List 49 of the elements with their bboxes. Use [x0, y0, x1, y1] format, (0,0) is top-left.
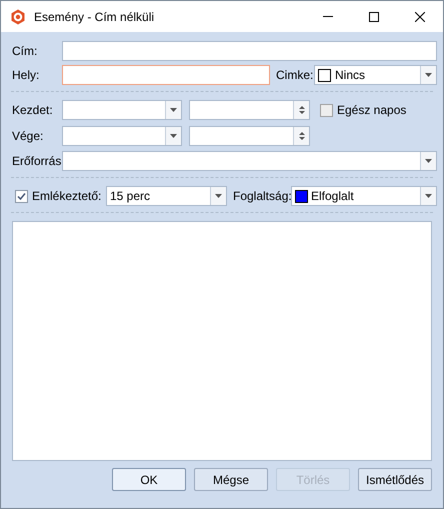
start-date-field[interactable]: [62, 100, 182, 120]
reminder-checkbox[interactable]: [15, 190, 28, 202]
field-label: Hely:: [12, 67, 40, 84]
busy-value: Elfoglalt: [311, 188, 355, 205]
spin-arrows-icon: [298, 131, 304, 141]
end-time-field[interactable]: [189, 126, 310, 146]
location-field[interactable]: [62, 65, 270, 85]
maximize-icon: [369, 12, 379, 22]
caret-icon: [170, 108, 177, 112]
checkmark-icon: [17, 192, 26, 200]
dropdown-button[interactable]: [210, 187, 226, 205]
field-label: Emlékeztető:: [32, 188, 102, 205]
caret-icon: [215, 194, 222, 198]
spin-arrows-icon: [298, 105, 304, 115]
dialog-button[interactable]: Mégse: [194, 468, 268, 491]
dropdown-button[interactable]: [420, 152, 436, 170]
close-icon: [415, 12, 425, 22]
field-label: Cím:: [12, 43, 38, 60]
field-label: Cimke:: [276, 67, 314, 84]
dropdown-button[interactable]: [165, 127, 181, 145]
description-field[interactable]: [12, 221, 432, 461]
dialog-button[interactable]: OK: [112, 468, 186, 491]
dropdown-button[interactable]: [420, 66, 436, 84]
caret-icon: [170, 134, 177, 138]
window-title: Esemény - Cím nélküli: [34, 8, 154, 26]
spin-button[interactable]: [293, 127, 309, 145]
field-label: Foglaltság:: [233, 188, 291, 205]
all-day-checkbox[interactable]: [320, 104, 333, 116]
busy-dropdown[interactable]: Elfoglalt: [291, 186, 437, 206]
caret-icon: [425, 194, 432, 198]
reminder-value: 15 perc: [110, 188, 152, 205]
field-label: Vége:: [12, 128, 44, 145]
field-label: Erőforrás: [12, 153, 62, 170]
caret-icon: [425, 73, 432, 77]
spin-button[interactable]: [293, 101, 309, 119]
end-date-field[interactable]: [62, 126, 182, 146]
app-logo-icon: [10, 8, 26, 24]
reminder-dropdown[interactable]: 15 perc: [106, 186, 227, 206]
label-dropdown[interactable]: Nincs: [314, 65, 437, 85]
dialog-button[interactable]: Ismétlődés: [358, 468, 432, 491]
caret-icon: [425, 159, 432, 163]
minimize-icon: [323, 16, 333, 17]
subject-field[interactable]: [62, 41, 437, 61]
start-time-field[interactable]: [189, 100, 310, 120]
label-value: Nincs: [335, 67, 366, 84]
dropdown-button[interactable]: [420, 187, 436, 205]
dropdown-button[interactable]: [165, 101, 181, 119]
field-label: Kezdet:: [12, 102, 54, 119]
all-day-label: Egész napos: [337, 102, 406, 119]
